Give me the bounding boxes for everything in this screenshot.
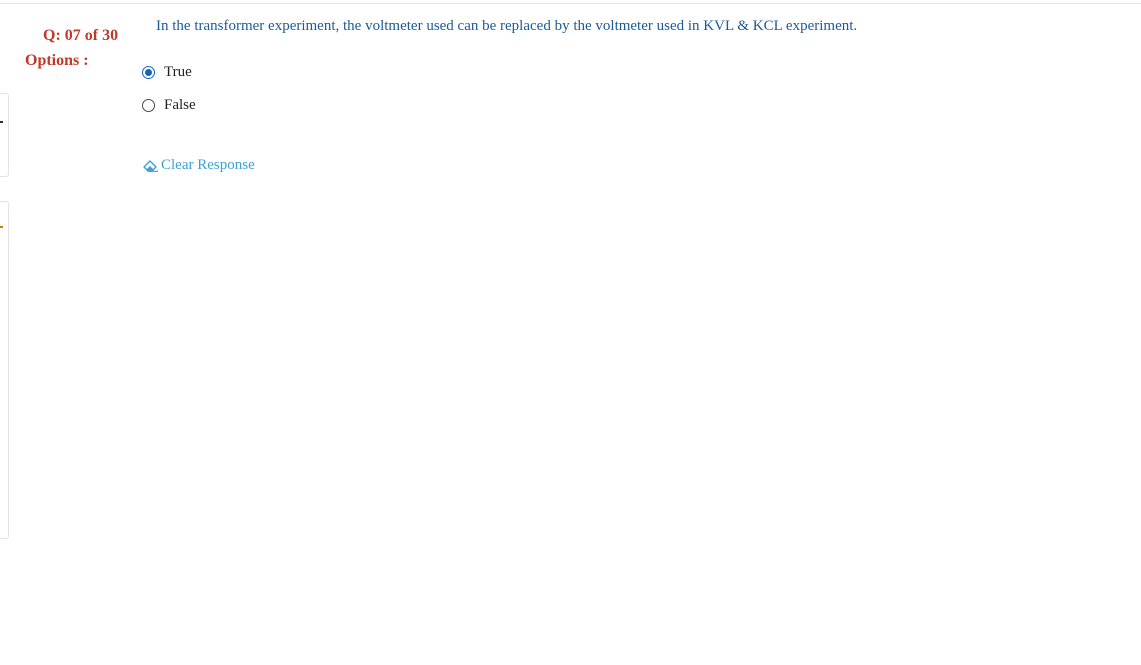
options-label: Options : [25, 52, 89, 69]
option-label: False [164, 97, 196, 113]
quiz-page: Q: 07 of 30 Options : In the transformer… [0, 0, 1141, 665]
option-true[interactable]: True [142, 64, 192, 81]
option-false[interactable]: False [142, 97, 196, 114]
top-divider [0, 3, 1141, 4]
side-panel-marker [0, 121, 3, 123]
side-panel-marker-lower [0, 226, 3, 228]
radio-unselected-icon[interactable] [142, 99, 155, 112]
question-text: In the transformer experiment, the voltm… [156, 18, 858, 34]
eraser-icon [142, 159, 159, 172]
side-panel-edge-lower [0, 201, 9, 539]
question-number: Q: 07 of 30 [43, 27, 119, 44]
clear-response-label: Clear Response [161, 157, 255, 173]
clear-response-link[interactable]: Clear Response [142, 157, 255, 174]
option-label: True [164, 64, 192, 80]
radio-selected-icon[interactable] [142, 66, 155, 79]
side-panel-edge [0, 93, 9, 177]
